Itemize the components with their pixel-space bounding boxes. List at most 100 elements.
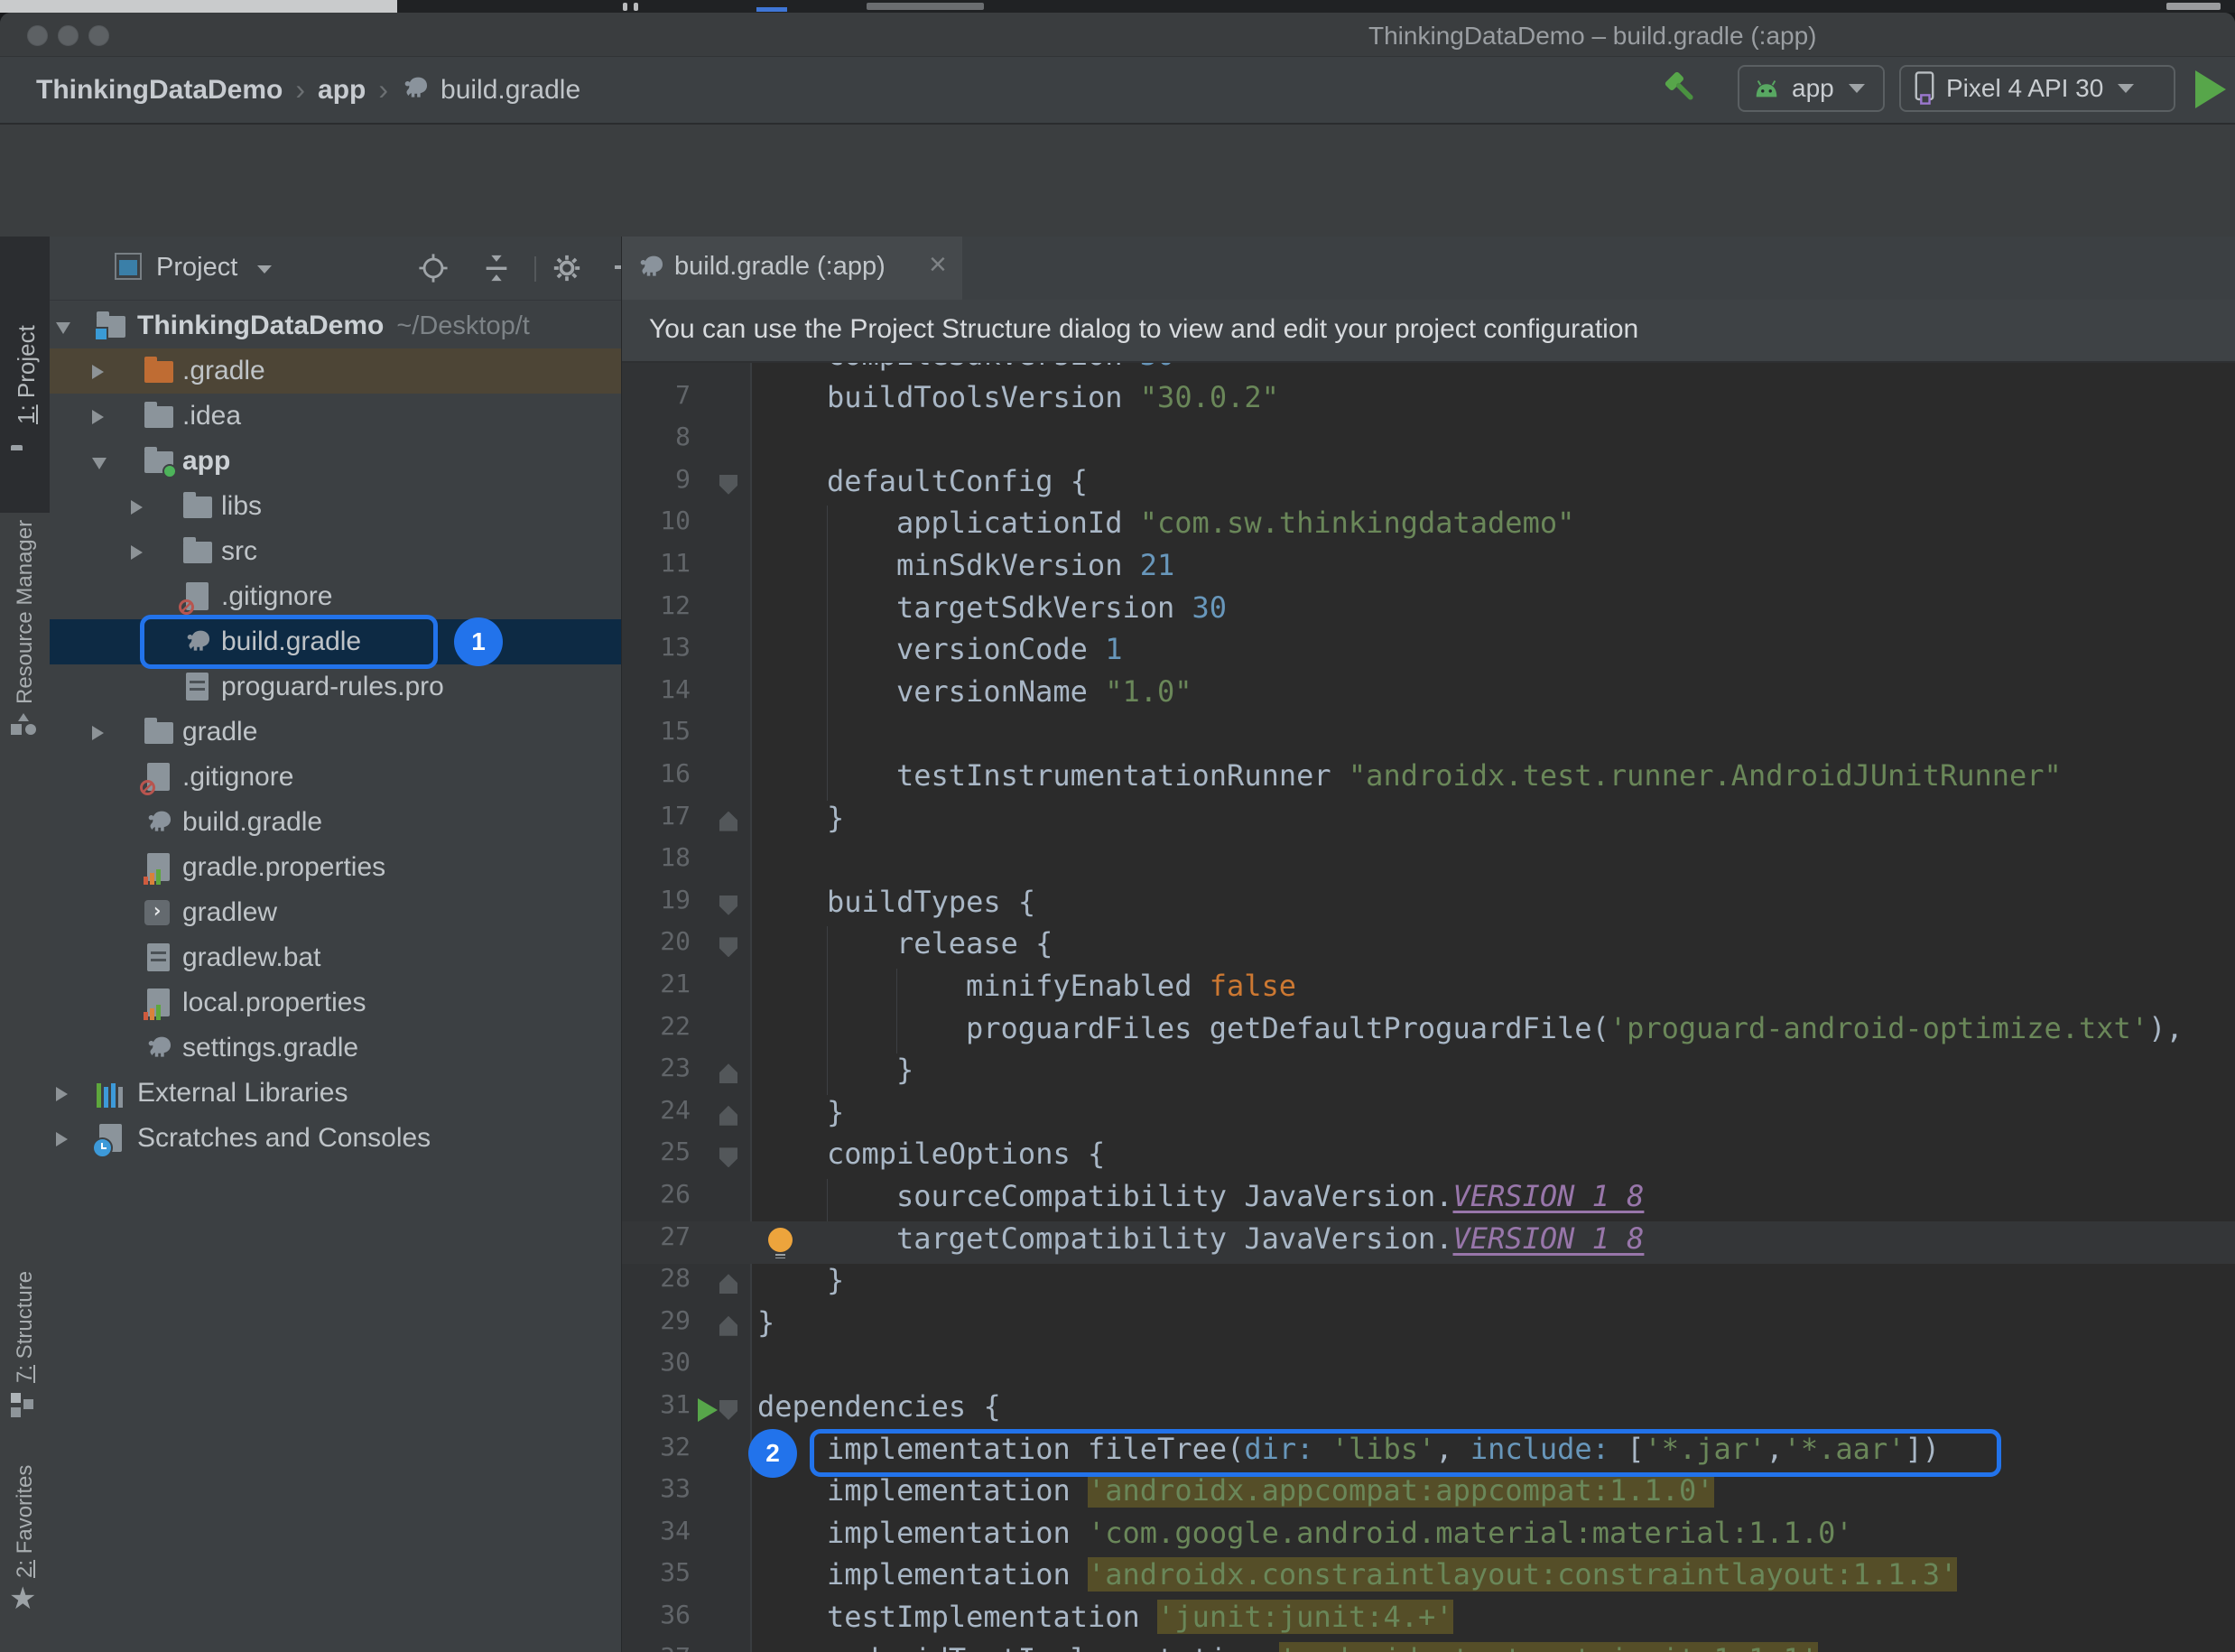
chevron-collapsed-icon[interactable] [92, 410, 104, 424]
chevron-collapsed-icon[interactable] [131, 545, 143, 560]
tree-item-libs[interactable]: libs [50, 484, 621, 529]
annotation-box-2 [810, 1429, 2001, 1477]
tree-item--idea[interactable]: .idea [50, 394, 621, 439]
code-line-12[interactable]: targetSdkVersion 30 [896, 590, 1227, 633]
code-line-16[interactable]: testInstrumentationRunner "androidx.test… [896, 758, 2062, 801]
tree-item-external-libraries[interactable]: External Libraries [50, 1071, 621, 1116]
run-configuration-selector[interactable]: app [1738, 65, 1885, 112]
code-line-14[interactable]: versionName "1.0" [896, 674, 1192, 717]
chevron-expanded-icon[interactable] [92, 458, 107, 469]
tree-item--gradle[interactable]: .gradle [50, 348, 621, 394]
tree-item-settings-gradle[interactable]: settings.gradle [50, 1026, 621, 1071]
code-line-7[interactable]: buildToolsVersion "30.0.2" [827, 380, 1279, 422]
locate-file-button[interactable] [418, 253, 449, 288]
code-line-25[interactable]: compileOptions { [827, 1137, 1105, 1179]
project-view-selector[interactable]: Project [156, 253, 237, 283]
properties-icon [144, 988, 175, 1017]
code-line-33[interactable]: implementation 'androidx.appcompat:appco… [827, 1473, 1714, 1516]
code-line-21[interactable]: minifyEnabled false [966, 969, 1296, 1011]
breadcrumb-file[interactable]: build.gradle [441, 75, 580, 106]
line-number: 27 [622, 1221, 691, 1264]
file-text-icon [183, 673, 214, 701]
code-line-19[interactable]: buildTypes { [827, 885, 1035, 927]
code-line-27[interactable]: targetCompatibility JavaVersion.VERSION_… [896, 1221, 1644, 1264]
line-number: 9 [622, 464, 691, 506]
structure-icon[interactable] [11, 1393, 38, 1418]
code-line-31[interactable]: dependencies { [757, 1389, 1001, 1432]
breadcrumb-project[interactable]: ThinkingDataDemo [36, 75, 283, 106]
tree-item-app[interactable]: app [50, 439, 621, 484]
stripe-button-project[interactable]: 1: Project [13, 325, 41, 424]
stripe-button-favorites[interactable]: 2: Favorites [13, 1465, 38, 1578]
window-minimize-button[interactable] [58, 25, 79, 46]
ide-window: ThinkingDataDemo – build.gradle (:app) T… [0, 13, 2235, 1652]
tree-item-local-properties[interactable]: local.properties [50, 980, 621, 1026]
settings-gear-button[interactable] [552, 253, 582, 288]
chevron-collapsed-icon[interactable] [131, 500, 143, 515]
window-close-button[interactable] [27, 25, 48, 46]
star-icon[interactable]: ★ [9, 1583, 36, 1614]
folder-icon [144, 402, 175, 431]
code-line-6[interactable]: compileSdkVersion 30 [827, 363, 1174, 380]
intention-bulb-icon[interactable] [768, 1228, 793, 1252]
breadcrumb-module[interactable]: app [318, 75, 366, 106]
tree-item-path: ~/Desktop/t [384, 311, 530, 340]
gitignore-icon [183, 582, 214, 611]
tree-item-label: gradle [182, 710, 257, 755]
code-line-20[interactable]: release { [896, 926, 1053, 969]
chevron-collapsed-icon[interactable] [56, 1087, 68, 1101]
tree-item-label: settings.gradle [182, 1026, 358, 1071]
tree-item-gradle-properties[interactable]: gradle.properties [50, 845, 621, 890]
tree-item-build-gradle[interactable]: build.gradle1 [50, 619, 621, 664]
tree-item-build-gradle[interactable]: build.gradle [50, 800, 621, 845]
code-line-28[interactable]: } [827, 1263, 844, 1305]
stripe-button-resource-manager[interactable]: Resource Manager [13, 520, 38, 704]
tree-item-thinkingdatademo[interactable]: ThinkingDataDemo~/Desktop/t [50, 303, 621, 348]
tree-item-gradlew[interactable]: ›gradlew [50, 890, 621, 935]
run-button[interactable] [2195, 70, 2226, 108]
stripe-button-structure[interactable]: 7: Structure [13, 1271, 38, 1383]
window-zoom-button[interactable] [88, 25, 109, 46]
tree-item-gradle[interactable]: gradle [50, 710, 621, 755]
chevron-collapsed-icon[interactable] [92, 365, 104, 379]
code-line-34[interactable]: implementation 'com.google.android.mater… [827, 1516, 1853, 1558]
code-line-9[interactable]: defaultConfig { [827, 464, 1088, 506]
tab-build-gradle[interactable]: build.gradle (:app) × [622, 237, 962, 300]
tree-item-label: gradlew [182, 890, 277, 935]
chevron-down-icon[interactable] [257, 265, 272, 274]
background-window-strip [0, 0, 2235, 13]
scratches-icon [97, 1124, 127, 1153]
code-line-37[interactable]: androidTestImplementation 'androidx.test… [827, 1642, 1818, 1652]
code-editor[interactable]: 6compileSdkVersion 307buildToolsVersion … [622, 363, 2235, 1652]
line-number: 8 [622, 422, 691, 464]
tree-item--gitignore[interactable]: .gitignore [50, 755, 621, 800]
chevron-collapsed-icon[interactable] [56, 1132, 68, 1146]
tree-item-proguard-rules-pro[interactable]: proguard-rules.pro [50, 664, 621, 710]
close-tab-icon[interactable]: × [929, 247, 947, 283]
tree-item--gitignore[interactable]: .gitignore [50, 574, 621, 619]
code-line-13[interactable]: versionCode 1 [896, 632, 1122, 674]
chevron-expanded-icon[interactable] [56, 322, 70, 334]
tree-item-gradlew-bat[interactable]: gradlew.bat [50, 935, 621, 980]
code-line-22[interactable]: proguardFiles getDefaultProguardFile('pr… [966, 1011, 2184, 1053]
code-line-26[interactable]: sourceCompatibility JavaVersion.VERSION_… [896, 1179, 1644, 1221]
code-line-35[interactable]: implementation 'androidx.constraintlayou… [827, 1557, 1957, 1600]
breadcrumb-separator-icon: › [283, 73, 318, 107]
background-text-blur [867, 3, 984, 10]
device-label: Pixel 4 API 30 [1946, 74, 2103, 103]
code-line-36[interactable]: testImplementation 'junit:junit:4.+' [827, 1600, 1453, 1642]
build-hammer-button[interactable] [1659, 66, 1702, 114]
chevron-collapsed-icon[interactable] [92, 726, 104, 740]
code-line-17[interactable]: } [827, 801, 844, 843]
code-line-11[interactable]: minSdkVersion 21 [896, 548, 1174, 590]
code-line-10[interactable]: applicationId "com.sw.thinkingdatademo" [896, 506, 1574, 548]
code-line-29[interactable]: } [757, 1305, 774, 1348]
collapse-all-button[interactable] [481, 253, 512, 288]
resource-manager-icon[interactable] [11, 713, 38, 740]
device-selector[interactable]: Pixel 4 API 30 [1899, 65, 2175, 112]
tree-item-scratches-and-consoles[interactable]: Scratches and Consoles [50, 1116, 621, 1161]
code-line-23[interactable]: } [896, 1053, 913, 1095]
tree-item-src[interactable]: src [50, 529, 621, 574]
code-line-24[interactable]: } [827, 1095, 844, 1137]
gutter-run-icon[interactable] [698, 1398, 718, 1422]
